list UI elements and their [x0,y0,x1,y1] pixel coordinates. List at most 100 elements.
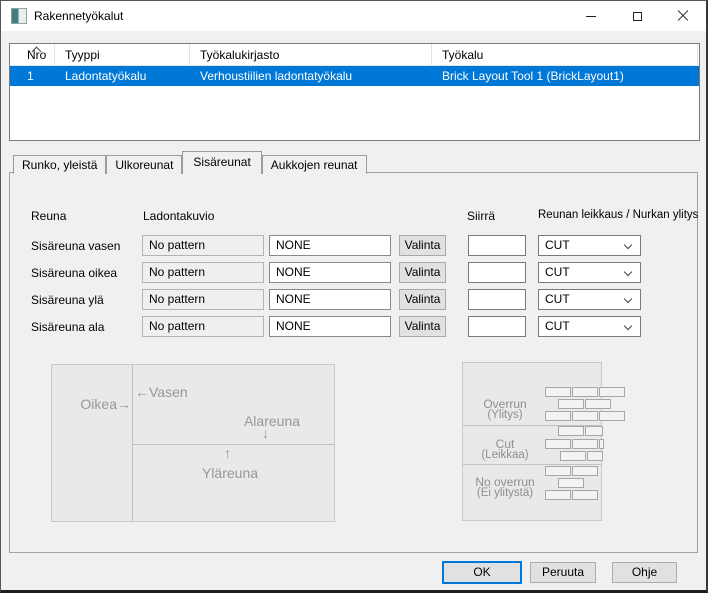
minimize-button[interactable] [568,1,614,31]
chevron-down-icon [624,322,632,330]
brick [572,387,598,397]
edge-row-label: Sisäreuna vasen [31,239,120,253]
chevron-down-icon [624,241,632,249]
arrow-left-icon: ← [135,384,149,400]
edge-form-row: Sisäreuna ylä No pattern NONE Valinta CU… [1,289,708,310]
chevron-down-icon [624,295,632,303]
tool-list-column-header[interactable]: Tyyppi [55,44,190,65]
brick [599,387,625,397]
brick [599,411,625,421]
brick [599,439,604,449]
column-header-label: Työkalu [442,48,483,62]
column-header-leikkaus: Reunan leikkaus / Nurkan ylitys [538,209,698,221]
label-no-overrun: No overrun(Ei ylitystä) [463,477,547,499]
brick [558,426,584,436]
pattern-library-field: NONE [269,262,391,283]
tab-bar: Runko, yleistäUlkoreunatSisäreunatAukkoj… [13,151,367,174]
brick [572,466,598,476]
tool-list-cell: Ladontatyökalu [55,69,190,83]
cut-dropdown-value: CUT [545,292,570,306]
brick [545,387,571,397]
edge-row-label: Sisäreuna oikea [31,266,117,280]
brick [587,451,603,461]
brick [545,411,571,421]
siirra-input[interactable] [468,289,526,310]
brick [545,490,571,500]
tab-ulkoreunat[interactable]: Ulkoreunat [106,155,182,174]
cut-dropdown[interactable]: CUT [538,316,641,337]
pattern-library-field: NONE [269,289,391,310]
tool-list-row[interactable]: 1LadontatyökaluVerhoustiilien ladontatyö… [10,66,699,86]
arrow-up-icon: ↑ [224,445,231,461]
close-button[interactable] [660,1,706,31]
label-alareuna: Alareuna [222,413,322,429]
maximize-button[interactable] [614,1,660,31]
label-oikea: Oikea→ [52,396,131,412]
cancel-button[interactable]: Peruuta [530,562,596,583]
column-header-siirra: Siirrä [467,209,495,223]
cut-dropdown[interactable]: CUT [538,262,641,283]
ok-button[interactable]: OK [442,561,522,584]
siirra-input[interactable] [468,316,526,337]
valinta-button[interactable]: Valinta [399,289,446,310]
cut-dropdown[interactable]: CUT [538,235,641,256]
tool-list-column-header[interactable]: Työkalukirjasto [190,44,432,65]
edge-form-row: Sisäreuna vasen No pattern NONE Valinta … [1,235,708,256]
tool-list-header: Nro Tyyppi Työkalukirjasto Työkalu [10,44,699,66]
tool-list[interactable]: Nro Tyyppi Työkalukirjasto Työkalu 1Ladonta… [9,43,700,141]
edge-form-row: Sisäreuna oikea No pattern NONE Valinta … [1,262,708,283]
brick [585,426,603,436]
pattern-library-field: NONE [269,235,391,256]
edge-diagram-vertical-line [132,365,133,521]
tool-list-column-header[interactable]: Työkalu [432,44,698,65]
edge-row-label: Sisäreuna ala [31,320,104,334]
tab-sisäreunat[interactable]: Sisäreunat [182,151,261,174]
tool-list-column-header[interactable]: Nro [10,44,55,65]
siirra-input[interactable] [468,262,526,283]
brick [560,451,586,461]
tool-list-cell: 1 [10,69,55,83]
app-icon [11,8,27,24]
brick [572,490,598,500]
pattern-field: No pattern [142,289,264,310]
overrun-diagram: Overrun(Ylitys) Cut(Leikkaa) No overrun(… [462,362,602,521]
cut-dropdown-value: CUT [545,238,570,252]
column-header-label: Työkalukirjasto [200,48,279,62]
cut-dropdown-value: CUT [545,319,570,333]
brick [545,466,571,476]
edge-diagram: Oikea→ ←Vasen Alareuna ↓ ↑ Yläreuna [51,364,335,522]
label-cut: Cut(Leikkaa) [463,439,547,461]
arrow-right-icon: → [117,396,131,412]
window-title: Rakennetyökalut [34,9,123,23]
chevron-down-icon [624,268,632,276]
column-header-ladontakuvio: Ladontakuvio [143,209,214,223]
valinta-button[interactable]: Valinta [399,235,446,256]
label-ylareuna: Yläreuna [180,465,280,481]
dialog-window: Rakennetyökalut Nro Tyyppi Työkalukirjasto… [0,0,708,593]
edge-row-label: Sisäreuna ylä [31,293,104,307]
title-bar: Rakennetyökalut [1,1,706,31]
brick [545,439,571,449]
siirra-input[interactable] [468,235,526,256]
valinta-button[interactable]: Valinta [399,316,446,337]
tab-runko-yleistä[interactable]: Runko, yleistä [13,155,106,174]
minimize-icon [586,16,596,17]
brick [572,411,598,421]
tool-list-cell: Verhoustiilien ladontatyökalu [190,69,432,83]
close-icon [677,10,689,22]
pattern-field: No pattern [142,262,264,283]
pattern-library-field: NONE [269,316,391,337]
edge-form-row: Sisäreuna ala No pattern NONE Valinta CU… [1,316,708,337]
column-header-label: Tyyppi [65,48,100,62]
brick [558,399,584,409]
pattern-field: No pattern [142,316,264,337]
brick [585,399,611,409]
brick [558,478,584,488]
cut-dropdown[interactable]: CUT [538,289,641,310]
help-button[interactable]: Ohje [612,562,677,583]
label-vasen: ←Vasen [135,384,188,400]
tab-aukkojen-reunat[interactable]: Aukkojen reunat [262,155,367,174]
valinta-button[interactable]: Valinta [399,262,446,283]
maximize-icon [633,12,642,21]
label-overrun: Overrun(Ylitys) [463,399,547,421]
